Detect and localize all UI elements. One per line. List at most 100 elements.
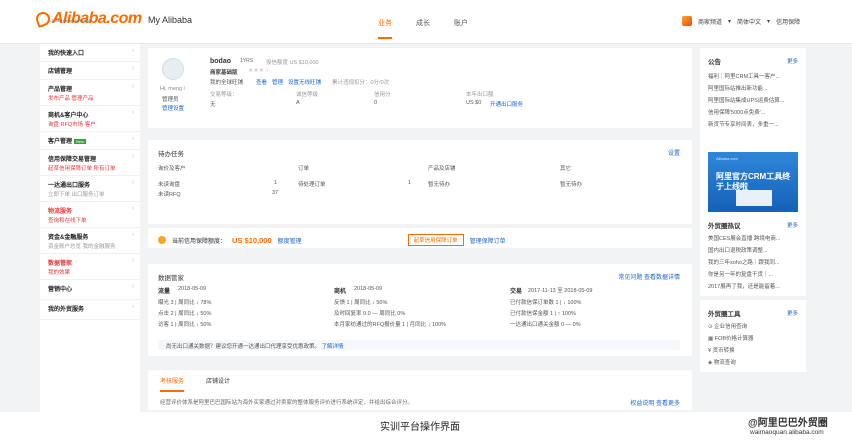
sidebar-item-finance[interactable]: 资金&金融服务 资金账户总览 我的金融服务 ›	[40, 228, 140, 254]
pending-order-label[interactable]: 待处理订单	[298, 180, 326, 188]
todo-col-orders: 订单	[298, 166, 310, 172]
tab-store-design[interactable]: 店铺设计	[206, 376, 230, 392]
evaluation-text: 经营评价体系是阿里巴巴国际站为海外买家通过对卖家的整体服务评价进行系统评定，并给…	[160, 400, 414, 406]
sidebar-item-label: 一达通出口服务	[48, 183, 91, 189]
tools-more-link[interactable]: 更多	[787, 309, 798, 317]
limit-manage-link[interactable]: 额度管理	[278, 236, 302, 245]
hot-topic-item[interactable]: 你是另一年的复盘干货｜...	[708, 270, 800, 278]
rfq-market-link[interactable]: RFQ市场	[61, 122, 84, 128]
sidebar-item-trade-services[interactable]: 我的外贸服务 ›	[40, 300, 140, 320]
draft-assurance-order-button[interactable]: 起草信用保障订单	[407, 234, 464, 246]
hot-topic-item[interactable]: 国内出口退税政策调整...	[708, 246, 800, 254]
watermark-url: waimaoquan.alibaba.com	[750, 429, 824, 436]
customer-link[interactable]: 客户	[85, 122, 96, 128]
learn-more-link[interactable]: 了解详情	[322, 344, 344, 350]
unread-rfq-label[interactable]: 未读RFQ	[158, 190, 181, 198]
todo-settings-link[interactable]: 设置	[668, 148, 680, 157]
tab-account[interactable]: 账户	[454, 18, 468, 39]
credit-score-label: 信用分	[374, 92, 391, 98]
notice-item[interactable]: 阿里国际站推出新功能...	[708, 84, 800, 92]
view-store-link[interactable]: 查看	[256, 78, 267, 86]
chevron-right-icon: ›	[132, 180, 134, 186]
sidebar-item-opportunities[interactable]: 商机&客户中心 询盘 RFQ市场 客户 ›	[40, 106, 140, 132]
tab-evaluation[interactable]: 考核服务	[160, 376, 185, 392]
open-export-service-link[interactable]: 开通出口服务	[490, 100, 523, 108]
export-orders-link[interactable]: 出口服务订单	[72, 192, 105, 198]
unread-inquiry-count[interactable]: 1	[274, 180, 277, 186]
membership-level: 商家基础版	[210, 70, 238, 76]
export-amount-value: US $0	[466, 100, 482, 106]
notice-more-link[interactable]: 更多	[787, 57, 798, 65]
sidebar-item-products[interactable]: 产品管理 发布产品 管理产品 ›	[40, 80, 140, 106]
chevron-right-icon: ›	[132, 284, 134, 290]
tab-growth[interactable]: 成长	[416, 18, 430, 39]
fund-overview-link[interactable]: 资金账户总览	[48, 244, 81, 250]
sidebar-item-marketing[interactable]: 营销中心 ›	[40, 280, 140, 300]
my-performance-link[interactable]: 我的效果	[48, 270, 70, 276]
hot-topics-more-link[interactable]: 更多	[787, 221, 798, 229]
post-product-link[interactable]: 发布产品	[48, 96, 70, 102]
store-channel-link[interactable]: 商家频道	[698, 17, 722, 26]
logistics-order-link[interactable]: 查询和在线下单	[48, 218, 87, 224]
unread-rfq-count[interactable]: 37	[272, 190, 278, 196]
tool-item[interactable]: ¥ 货币转换	[708, 346, 800, 354]
hot-topic-item[interactable]: 美国CES展会直播 跨境电商...	[708, 234, 800, 242]
manage-assurance-orders-link[interactable]: 管理保障订单	[470, 236, 506, 245]
crm-banner[interactable]: Alibaba.com 阿里官方CRM工具终于上线啦	[708, 152, 798, 214]
notice-item[interactable]: 阿里国际站集成UPS运费估算...	[708, 96, 800, 104]
sidebar-item-label: 资金&金融服务	[48, 235, 89, 241]
trade-date: 2017-11-13 至 2018-05-09	[528, 288, 593, 294]
chevron-down-icon: ▾	[728, 18, 732, 25]
pending-order-count[interactable]: 1	[408, 180, 411, 186]
sidebar-item-logistics[interactable]: 物流服务 查询和在线下单 ›	[40, 202, 140, 228]
data-detail-link[interactable]: 常见问题 查看数据详情	[618, 272, 680, 281]
tool-logistics: 物流查询	[713, 360, 736, 366]
no-todo-products: 暂无待办	[428, 182, 451, 188]
view-more-link[interactable]: 权益说明 查看更多	[630, 398, 680, 407]
hot-topic-item[interactable]: 我的三年soho之路｜跟我同...	[708, 258, 800, 266]
trade-title: 交易	[510, 289, 523, 295]
calculator-icon: ▦	[708, 336, 715, 342]
integrity-level-value: A	[296, 100, 300, 106]
notice-item[interactable]: 福利｜阿里CRM工具一客户...	[708, 72, 800, 80]
sidebar-item-customer-mgmt[interactable]: 客户管理 New ›	[40, 132, 140, 150]
tool-item[interactable]: ◈ 物流查询	[708, 358, 800, 366]
tab-business[interactable]: 业务	[378, 18, 392, 39]
hot-topic-item[interactable]: 2017展再了我，还是能留着...	[708, 282, 800, 290]
sidebar-item-label: 信用保障交易管理	[48, 157, 97, 163]
notice-item[interactable]: 新货节专享时间表，多重一...	[708, 120, 800, 128]
unread-inquiry-label[interactable]: 未读询盘	[158, 180, 180, 188]
role-label: 管理员	[162, 97, 179, 103]
app-frame: Alibaba.com Global trade starts here. My…	[0, 0, 852, 412]
tool-item[interactable]: ⊙ 企业信用查询	[708, 322, 800, 330]
sidebar-item-quick-entry[interactable]: 我的快速入口 ›	[40, 44, 140, 62]
sidebar-item-trade-assurance[interactable]: 信用保障交易管理 起草信用保障订单 所有订单 ›	[40, 150, 140, 176]
draft-order-link[interactable]: 起草信用保障订单	[48, 166, 92, 172]
todo-col-other: 其它	[560, 166, 572, 172]
sidebar-item-label: 物流服务	[48, 209, 73, 215]
avatar[interactable]	[162, 58, 184, 80]
sidebar-item-store[interactable]: 店铺管理 ›	[40, 62, 140, 80]
finance-service-link[interactable]: 我的金融服务	[83, 244, 116, 250]
all-orders-link[interactable]: 所有订单	[94, 166, 116, 172]
data-manager-title: 数据管家	[158, 275, 184, 282]
notice-title: 公告	[708, 59, 721, 66]
tool-item[interactable]: ▦ FOB价格计算器	[708, 334, 800, 342]
credit-limit-text: 授信额度 US $10,000	[266, 60, 319, 66]
manage-product-link[interactable]: 管理产品	[72, 96, 94, 102]
inquiry-link[interactable]: 询盘	[48, 122, 59, 128]
main-nav: 业务 成长 账户	[378, 18, 468, 39]
sidebar-item-data-manager[interactable]: 数据管家 我的效果 ›	[40, 254, 140, 280]
export-notice-text: 尚无出口通关数据？建议您开通一达通出口代理享受优惠政策。	[166, 344, 321, 350]
trade-assurance-link[interactable]: 信用保障	[776, 17, 800, 26]
notice-item[interactable]: 信用保障'5000点免费'...	[708, 108, 800, 116]
page-title: My Alibaba	[148, 15, 193, 25]
manage-settings-link[interactable]: 管理设置	[162, 104, 184, 112]
rating-stars-icon: ★★★☆	[248, 68, 270, 74]
sidebar-item-export-service[interactable]: 一达通出口服务 立即下单 出口服务订单 ›	[40, 176, 140, 202]
place-order-link[interactable]: 立即下单	[48, 192, 70, 198]
mobile-store-link[interactable]: 设置无线旺铺	[288, 78, 321, 86]
assurance-bar: 当前信用保障额度： US $10,000 额度管理 起草信用保障订单 管理保障订…	[158, 234, 506, 246]
manage-store-link[interactable]: 管理	[272, 78, 283, 86]
language-select[interactable]: 简体中文	[737, 17, 761, 26]
